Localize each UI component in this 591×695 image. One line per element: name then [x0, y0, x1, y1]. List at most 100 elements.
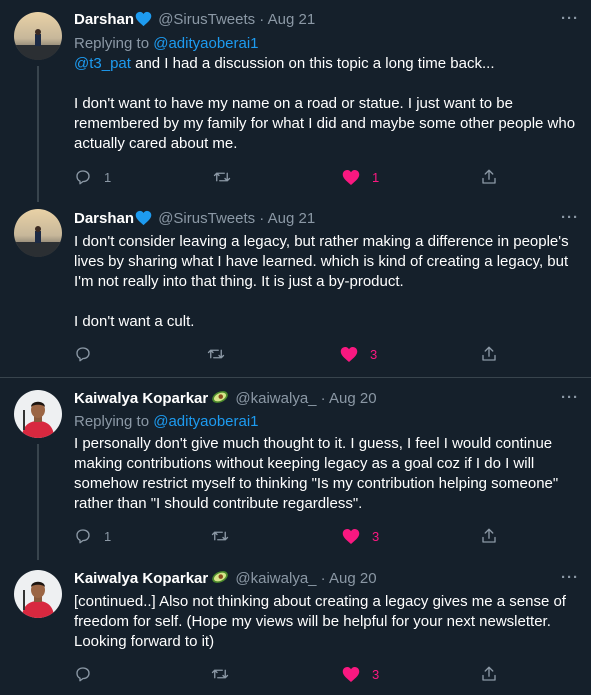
tweet-text: [continued..] Also not thinking about cr… [74, 592, 579, 652]
reply-count: 1 [104, 528, 112, 544]
text-line: making contributions without keeping leg… [74, 455, 535, 472]
avatar[interactable] [14, 390, 62, 438]
share-button[interactable] [480, 664, 498, 684]
retweet-button[interactable] [206, 344, 238, 364]
retweet-icon [211, 531, 229, 541]
heart-icon [342, 528, 360, 544]
tweet-date[interactable]: Aug 20 [329, 390, 377, 407]
text-line: I don't want a cult. [74, 313, 195, 330]
replying-to: Replying to @adityaoberai1 [74, 34, 259, 54]
text-line: actually cared about me. [74, 135, 238, 152]
thread-line [37, 444, 39, 560]
like-count: 3 [370, 346, 378, 362]
replying-prefix: Replying to [74, 413, 150, 430]
avatar[interactable] [14, 12, 62, 60]
reply-icon [76, 529, 90, 544]
like-count: 3 [372, 666, 380, 682]
avocado-emoji-icon [211, 389, 229, 411]
author-handle[interactable]: @SirusTweets [158, 210, 255, 227]
author-handle[interactable]: @SirusTweets [158, 11, 255, 28]
like-button[interactable]: 3 [342, 664, 379, 684]
tweet-text: I personally don't give much thought to … [74, 434, 579, 514]
tweet-actions: 3 [74, 344, 504, 364]
tweet-date[interactable]: Aug 20 [329, 570, 377, 587]
replying-to-link[interactable]: @adityaoberai1 [153, 413, 258, 430]
text-line: I don't consider leaving a legacy, but r… [74, 233, 569, 250]
like-button[interactable]: 3 [342, 526, 379, 546]
retweet-button[interactable] [210, 664, 242, 684]
author-name[interactable]: Darshan [74, 11, 134, 28]
tweet-header: Kaiwalya Koparkar @kaiwalya_ · Aug 20 [74, 389, 377, 411]
avocado-emoji-icon [211, 569, 229, 591]
tweet-date[interactable]: Aug 21 [268, 11, 316, 28]
author-handle[interactable]: @kaiwalya_ [235, 570, 316, 587]
replying-to-link[interactable]: @adityaoberai1 [153, 35, 258, 52]
tweet-text: @t3_pat and I had a discussion on this t… [74, 54, 579, 154]
tweet-actions: 1 3 [74, 526, 504, 546]
share-button[interactable] [480, 167, 498, 187]
share-icon [482, 346, 496, 361]
replying-to: Replying to @adityaoberai1 [74, 412, 259, 432]
reply-icon [76, 170, 90, 185]
share-button[interactable] [480, 526, 498, 546]
tweet-date[interactable]: Aug 21 [268, 210, 316, 227]
more-options-icon[interactable]: ··· [561, 569, 579, 586]
tweet-actions: 3 [74, 664, 504, 684]
more-options-icon[interactable]: ··· [561, 389, 579, 406]
text-line: I personally don't give much thought to … [74, 435, 553, 452]
text-line: I don't want to have my name on a road o… [74, 95, 513, 112]
reply-icon [76, 667, 90, 682]
like-button[interactable]: 1 [342, 167, 379, 187]
mention-link[interactable]: @t3_pat [74, 55, 131, 72]
text-line: freedom for self. (Hope my views will be… [74, 613, 551, 630]
share-icon [482, 528, 496, 543]
text-line: somehow restrict myself to thinking "Is … [74, 475, 559, 492]
verified-heart-icon [135, 210, 152, 232]
replying-prefix: Replying to [74, 35, 150, 52]
more-options-icon[interactable]: ··· [561, 10, 579, 27]
tweet-2[interactable]: Darshan @SirusTweets · Aug 21 ··· I don'… [0, 200, 591, 376]
tweet-4[interactable]: Kaiwalya Koparkar @kaiwalya_ · Aug 20 ··… [0, 558, 591, 695]
text-line: I'm not really into that thing. It is ju… [74, 273, 404, 290]
verified-heart-icon [135, 11, 152, 33]
separator: · [320, 390, 326, 407]
reply-button[interactable] [74, 344, 104, 364]
tweet-1[interactable]: Darshan @SirusTweets · Aug 21 ··· Replyi… [0, 0, 591, 202]
like-count: 3 [372, 528, 380, 544]
reply-button[interactable] [74, 664, 104, 684]
tweet-actions: 1 1 [74, 167, 504, 187]
retweet-icon [213, 172, 231, 182]
author-name[interactable]: Darshan [74, 210, 134, 227]
reply-icon [76, 347, 90, 362]
reply-button[interactable]: 1 [74, 526, 111, 546]
avatar[interactable] [14, 209, 62, 257]
heart-icon [342, 666, 360, 682]
heart-icon [342, 169, 360, 185]
retweet-icon [211, 669, 229, 679]
share-icon [482, 169, 496, 184]
text-line: [continued..] Also not thinking about cr… [74, 593, 566, 610]
avatar[interactable] [14, 570, 62, 618]
more-options-icon[interactable]: ··· [561, 209, 579, 226]
tweet-header: Kaiwalya Koparkar @kaiwalya_ · Aug 20 [74, 569, 377, 591]
tweet-text: I don't consider leaving a legacy, but r… [74, 232, 579, 332]
separator: · [320, 570, 326, 587]
retweet-button[interactable] [212, 167, 244, 187]
reply-count: 1 [104, 169, 112, 185]
reply-button[interactable]: 1 [74, 167, 111, 187]
text-line: and I had a discussion on this topic a l… [130, 55, 495, 72]
text-line: rather than "I should contribute regardl… [74, 495, 363, 512]
share-button[interactable] [480, 344, 498, 364]
author-name[interactable]: Kaiwalya Koparkar [74, 570, 208, 587]
author-handle[interactable]: @kaiwalya_ [235, 390, 316, 407]
separator: · [259, 210, 265, 227]
retweet-button[interactable] [210, 526, 242, 546]
author-name[interactable]: Kaiwalya Koparkar [74, 390, 208, 407]
tweet-3[interactable]: Kaiwalya Koparkar @kaiwalya_ · Aug 20 ··… [0, 378, 591, 560]
like-button[interactable]: 3 [340, 344, 377, 364]
text-line: Looking forward to it) [74, 633, 215, 650]
text-line: remembered by my family for what I did a… [74, 115, 576, 132]
heart-icon [340, 346, 358, 362]
tweet-header: Darshan @SirusTweets · Aug 21 [74, 209, 315, 232]
thread-line [37, 66, 39, 202]
